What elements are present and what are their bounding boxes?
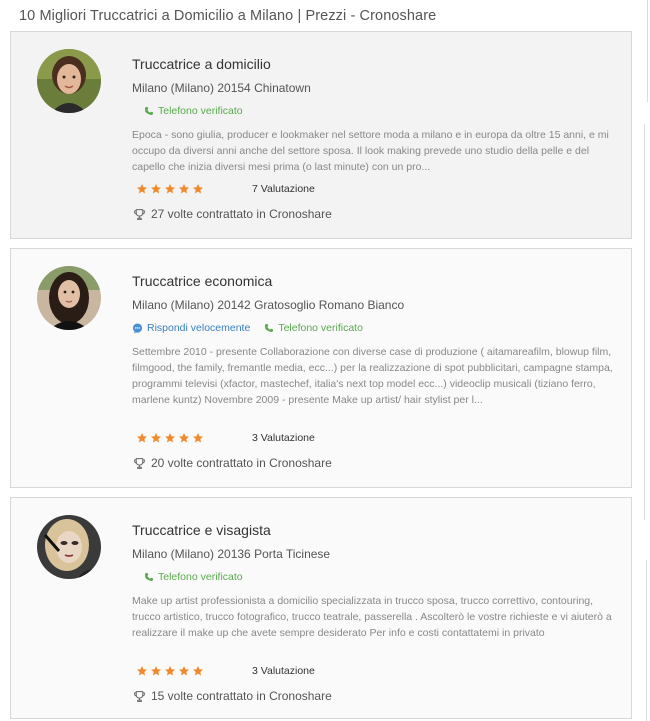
- hired-label: 15 volte contrattato in Cronoshare: [151, 689, 332, 703]
- trophy-icon: [133, 690, 146, 703]
- page-title: 10 Migliori Truccatrici a Domicilio a Mi…: [19, 8, 437, 24]
- professional-description: Epoca - sono giulia, producer e lookmake…: [132, 129, 609, 173]
- avatar: [37, 515, 101, 579]
- badges: Telefono verificato: [144, 105, 243, 117]
- professional-title[interactable]: Truccatrice e visagista: [132, 522, 271, 538]
- star-icon: [192, 432, 204, 444]
- verified-phone-badge: Telefono verificato: [144, 105, 243, 117]
- star-icon: [178, 665, 190, 677]
- phone-icon: [144, 106, 154, 116]
- star-icon: [164, 183, 176, 195]
- star-icon: [192, 665, 204, 677]
- star-icon: [150, 183, 162, 195]
- verified-phone-label: Telefono verificato: [158, 571, 243, 583]
- star-rating: [136, 432, 204, 444]
- avatar: [37, 266, 101, 330]
- hired-count: 15 volte contrattato in Cronoshare: [133, 689, 332, 703]
- professional-title[interactable]: Truccatrice a domicilio: [132, 56, 271, 72]
- star-icon: [192, 183, 204, 195]
- phone-icon: [264, 323, 274, 333]
- hired-label: 27 volte contrattato in Cronoshare: [151, 207, 332, 221]
- star-rating: [136, 665, 204, 677]
- rating-count: 3 Valutazione: [252, 432, 315, 444]
- professional-location: Milano (Milano) 20154 Chinatown: [132, 81, 311, 95]
- star-icon: [150, 665, 162, 677]
- badges: Telefono verificato: [144, 571, 243, 583]
- rating-count: 7 Valutazione: [252, 183, 315, 195]
- star-icon: [164, 665, 176, 677]
- star-icon: [178, 432, 190, 444]
- professional-card[interactable]: Truccatrice economica Milano (Milano) 20…: [10, 248, 632, 488]
- trophy-icon: [133, 208, 146, 221]
- hired-count: 20 volte contrattato in Cronoshare: [133, 456, 332, 470]
- star-icon: [164, 432, 176, 444]
- badges: Rispondi velocemente Telefono verificato: [132, 322, 363, 334]
- professional-title[interactable]: Truccatrice economica: [132, 273, 272, 289]
- hired-label: 20 volte contrattato in Cronoshare: [151, 456, 332, 470]
- star-icon: [136, 432, 148, 444]
- avatar: [37, 49, 101, 113]
- fast-reply-badge: Rispondi velocemente: [132, 322, 250, 334]
- side-column-edge: [644, 124, 645, 520]
- star-icon: [150, 432, 162, 444]
- phone-icon: [144, 572, 154, 582]
- professional-card[interactable]: Truccatrice e visagista Milano (Milano) …: [10, 497, 632, 719]
- verified-phone-badge: Telefono verificato: [144, 571, 243, 583]
- chat-bubble-icon: [132, 322, 143, 334]
- fast-reply-label: Rispondi velocemente: [147, 322, 251, 334]
- side-column-edge: [646, 560, 647, 721]
- star-rating: [136, 183, 204, 195]
- professional-location: Milano (Milano) 20142 Gratosoglio Romano…: [132, 298, 405, 312]
- star-icon: [136, 183, 148, 195]
- professional-location: Milano (Milano) 20136 Porta Ticinese: [132, 547, 331, 561]
- verified-phone-badge: Telefono verificato: [264, 322, 363, 334]
- professional-description: Settembre 2010 - presente Collaborazione…: [132, 346, 613, 406]
- star-icon: [178, 183, 190, 195]
- verified-phone-label: Telefono verificato: [278, 322, 363, 334]
- hired-count: 27 volte contrattato in Cronoshare: [133, 207, 332, 221]
- trophy-icon: [133, 457, 146, 470]
- professional-card[interactable]: Truccatrice a domicilio Milano (Milano) …: [10, 31, 632, 239]
- rating-count: 3 Valutazione: [252, 665, 315, 677]
- side-column-edge: [647, 0, 648, 102]
- professional-description: Make up artist professionista a domicili…: [132, 595, 612, 639]
- star-icon: [136, 665, 148, 677]
- verified-phone-label: Telefono verificato: [158, 105, 243, 117]
